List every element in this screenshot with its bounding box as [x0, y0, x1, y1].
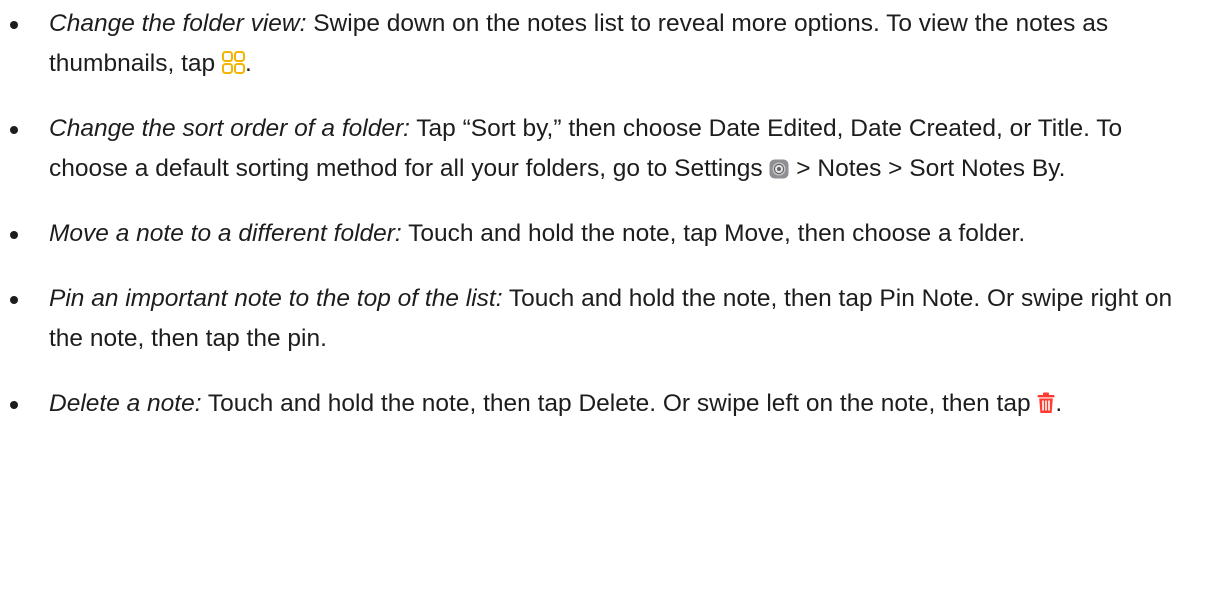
item-text: Touch and hold the note, tap Move, then … — [401, 220, 1026, 247]
tips-list: Change the folder view: Swipe down on th… — [0, 4, 1211, 424]
item-text-end: . — [1055, 390, 1063, 417]
list-item-pin-note: Pin an important note to the top of the … — [0, 279, 1211, 359]
item-text-end: > Notes > Sort Notes By. — [789, 155, 1066, 182]
list-item-delete-note: Delete a note: Touch and hold the note, … — [0, 384, 1211, 424]
item-lead: Move a note to a different folder: — [49, 220, 402, 247]
list-item-sort-order: Change the sort order of a folder: Tap “… — [0, 109, 1211, 189]
item-lead: Change the sort order of a folder: — [49, 115, 410, 142]
document-body: Change the folder view: Swipe down on th… — [0, 0, 1211, 449]
trash-icon — [1037, 392, 1055, 414]
list-item-change-folder-view: Change the folder view: Swipe down on th… — [0, 4, 1211, 84]
item-lead: Pin an important note to the top of the … — [49, 285, 503, 312]
item-lead: Delete a note: — [49, 390, 202, 417]
bullet — [10, 231, 18, 239]
list-item-move-note: Move a note to a different folder: Touch… — [0, 214, 1211, 254]
item-text: Touch and hold the note, then tap Delete… — [201, 390, 1038, 417]
bullet — [10, 21, 18, 29]
item-text-end: . — [244, 50, 252, 77]
settings-gear-icon — [769, 159, 789, 179]
bullet — [10, 126, 18, 134]
item-lead: Change the folder view: — [49, 10, 307, 37]
bullet — [10, 401, 18, 409]
bullet — [10, 296, 18, 304]
gallery-grid-icon — [221, 51, 245, 74]
